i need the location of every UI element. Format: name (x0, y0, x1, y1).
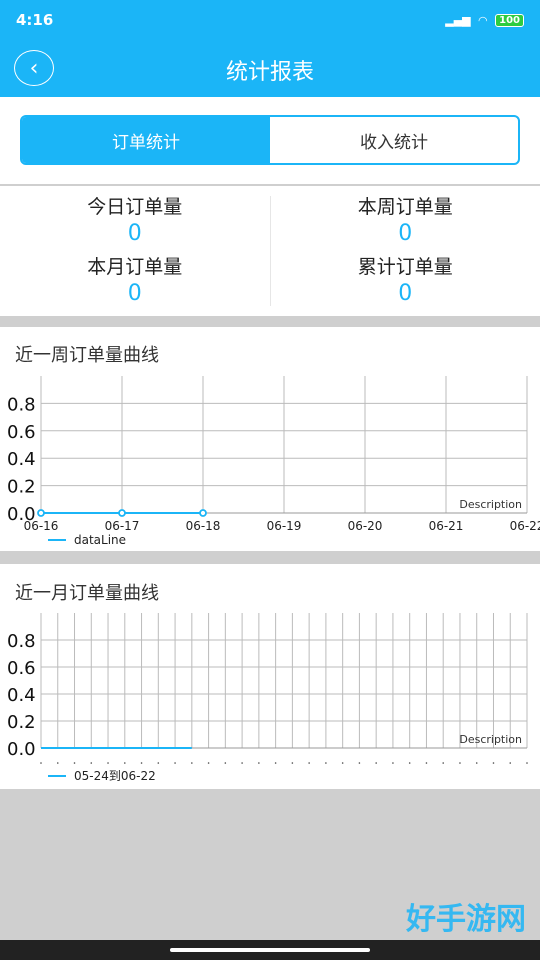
x-tick-mark (408, 762, 411, 764)
x-tick-mark (492, 762, 495, 764)
x-tick-label: 06-17 (105, 519, 140, 533)
y-tick-label: 0.0 (7, 739, 36, 760)
y-tick-label: 0.0 (7, 504, 36, 525)
home-indicator[interactable] (170, 948, 370, 952)
y-tick-label: 0.6 (7, 658, 36, 679)
x-tick-mark (207, 762, 210, 764)
stat-label: 本月订单量 (87, 256, 183, 278)
y-tick-label: 0.2 (7, 477, 36, 498)
tab-income-stats[interactable]: 收入统计 (270, 117, 518, 163)
x-tick-mark (191, 762, 193, 764)
x-tick-mark (40, 762, 42, 764)
chart-description: Description (459, 498, 522, 511)
stat-label: 累计订单量 (357, 256, 453, 278)
signal-icon: ▂▄▆ (445, 13, 471, 27)
x-tick-label: 06-18 (186, 519, 221, 533)
stat-value: 0 (127, 221, 142, 246)
week-chart-card: 近一周订单量曲线 06-16 06-17 06-18 06-19 06-20 06-21 0… (0, 327, 540, 551)
watermark: 好手游网 (406, 902, 526, 937)
x-tick-mark (392, 762, 394, 764)
system-nav-bar (0, 940, 540, 960)
status-time: 4:16 (16, 11, 54, 29)
x-tick-label: 06-22 (510, 519, 540, 533)
battery-icon: 100 (495, 13, 524, 27)
page-title: 统计报表 (225, 60, 314, 85)
y-tick-label: 0.4 (7, 449, 36, 470)
x-tick-mark (341, 762, 344, 764)
month-chart: 0.0 0.2 0.4 0.6 0.8 Description 05-24到06-22 (7, 613, 528, 783)
y-tick-label: 0.2 (7, 712, 36, 733)
wifi-icon: ◠ (478, 13, 488, 27)
app-header: 4:16 ▂▄▆ ◠ 100 ‹ 统计报表 (0, 0, 540, 97)
x-tick-mark (123, 762, 126, 764)
chart-description: Description (459, 733, 522, 746)
data-point (199, 509, 207, 517)
legend-label: dataLine (74, 533, 126, 547)
stats-panel: 今日订单量 0 本月订单量 0 本周订单量 0 累计订单量 0 (0, 186, 540, 316)
x-tick-mark (274, 762, 277, 764)
stat-value: 0 (398, 281, 413, 306)
x-tick-mark (325, 762, 327, 764)
x-tick-mark (224, 762, 227, 764)
x-tick-mark (140, 762, 143, 764)
x-tick-mark (358, 762, 361, 764)
stat-value: 0 (127, 281, 142, 306)
stat-label: 今日订单量 (87, 196, 183, 218)
x-tick-mark (241, 762, 243, 764)
legend-label: 05-24到06-22 (74, 769, 156, 783)
x-tick-mark (258, 762, 260, 764)
y-tick-label: 0.6 (7, 422, 36, 443)
status-bar: 4:16 ▂▄▆ ◠ 100 (0, 0, 540, 40)
x-tick-mark (425, 762, 428, 764)
data-point (37, 509, 45, 517)
x-tick-mark (526, 762, 528, 764)
data-point (118, 509, 126, 517)
month-chart-card: 近一月订单量曲线 0.0 0.2 0.4 0.6 0.8 Description 05-24… (0, 564, 540, 789)
x-tick-mark (174, 762, 176, 764)
x-tick-mark (157, 762, 160, 764)
x-tick-mark (73, 762, 76, 764)
x-tick-mark (56, 762, 59, 764)
x-tick-mark (509, 762, 512, 764)
y-tick-label: 0.8 (7, 394, 36, 415)
week-chart: 06-1606-1706-1806-1906-2006-2106-220.00.… (7, 376, 540, 547)
x-tick-label: 06-21 (429, 519, 464, 533)
x-tick-mark (308, 762, 310, 764)
x-tick-mark (107, 762, 109, 764)
x-tick-mark (90, 762, 93, 764)
x-tick-mark (475, 762, 478, 764)
stat-value: 0 (398, 221, 413, 246)
x-tick-mark (442, 762, 445, 764)
x-tick-label: 06-20 (348, 519, 383, 533)
y-tick-label: 0.8 (7, 631, 36, 652)
tab-bar: 订单统计 收入统计 (20, 115, 520, 165)
x-tick-mark (291, 762, 294, 764)
x-tick-label: 06-19 (267, 519, 302, 533)
stat-label: 本周订单量 (357, 196, 453, 218)
x-tick-mark (459, 762, 461, 764)
tab-order-stats[interactable]: 订单统计 (22, 117, 270, 163)
x-tick-mark (375, 762, 377, 764)
y-tick-label: 0.4 (7, 685, 36, 706)
